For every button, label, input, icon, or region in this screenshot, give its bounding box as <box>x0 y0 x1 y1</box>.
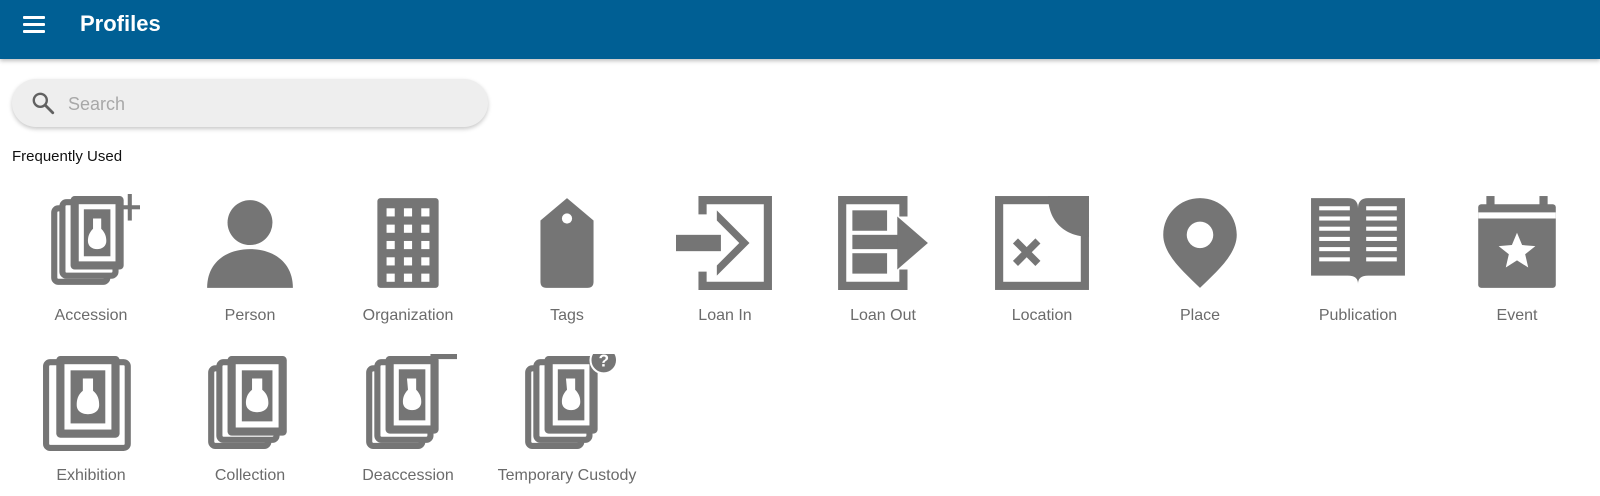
profile-tile-tags[interactable]: Tags <box>492 194 642 334</box>
profile-tile-accession[interactable]: Accession <box>16 194 166 334</box>
svg-text:?: ? <box>598 354 609 370</box>
app-bar: Profiles <box>0 0 1600 59</box>
profile-tile-temporary-custody[interactable]: ? Temporary Custody <box>492 354 642 494</box>
tile-label: Accession <box>54 307 128 324</box>
tile-label: Location <box>1011 307 1073 324</box>
tile-label: Exhibition <box>56 467 126 484</box>
accession-add-icon <box>42 194 140 292</box>
profile-tile-exhibition[interactable]: Exhibition <box>16 354 166 494</box>
tile-label: Person <box>224 307 276 324</box>
section-title-frequently-used: Frequently Used <box>12 148 123 165</box>
profile-tile-event[interactable]: Event <box>1442 194 1592 334</box>
tile-label: Tags <box>550 307 584 324</box>
tile-label: Loan Out <box>850 307 916 324</box>
profile-tile-loan-out[interactable]: Loan Out <box>808 194 958 334</box>
search-icon <box>32 92 55 115</box>
person-icon <box>201 194 299 292</box>
place-pin-icon <box>1151 194 1249 292</box>
profile-tile-location[interactable]: Location <box>967 194 1117 334</box>
deaccession-icon <box>359 354 457 452</box>
profile-tile-publication[interactable]: Publication <box>1283 194 1433 334</box>
profile-tile-deaccession[interactable]: Deaccession <box>333 354 483 494</box>
tile-label: Place <box>1179 307 1221 324</box>
tag-icon <box>518 194 616 292</box>
open-book-icon <box>1309 194 1407 292</box>
profile-tile-collection[interactable]: Collection <box>175 354 325 494</box>
search-bar[interactable] <box>12 79 488 129</box>
page-title: Profiles <box>80 11 161 36</box>
tile-label: Publication <box>1318 307 1398 324</box>
profile-tile-person[interactable]: Person <box>175 194 325 334</box>
profile-tile-place[interactable]: Place <box>1125 194 1275 334</box>
building-icon <box>359 194 457 292</box>
search-input[interactable] <box>66 79 470 129</box>
loan-out-icon <box>834 194 932 292</box>
tile-label: Organization <box>362 307 454 324</box>
tile-label: Deaccession <box>362 467 454 484</box>
profile-tile-organization[interactable]: Organization <box>333 194 483 334</box>
tile-label: Collection <box>214 467 286 484</box>
tile-label: Temporary Custody <box>497 467 637 484</box>
temporary-custody-icon: ? <box>518 354 616 452</box>
profile-tile-loan-in[interactable]: Loan In <box>650 194 800 334</box>
collection-icon <box>201 354 299 452</box>
tile-label: Loan In <box>698 307 752 324</box>
loan-in-icon <box>676 194 774 292</box>
exhibition-icon <box>42 354 140 452</box>
tile-label: Event <box>1496 307 1538 324</box>
calendar-star-icon <box>1468 194 1566 292</box>
hamburger-menu-icon[interactable] <box>20 10 48 38</box>
location-map-icon <box>993 194 1091 292</box>
